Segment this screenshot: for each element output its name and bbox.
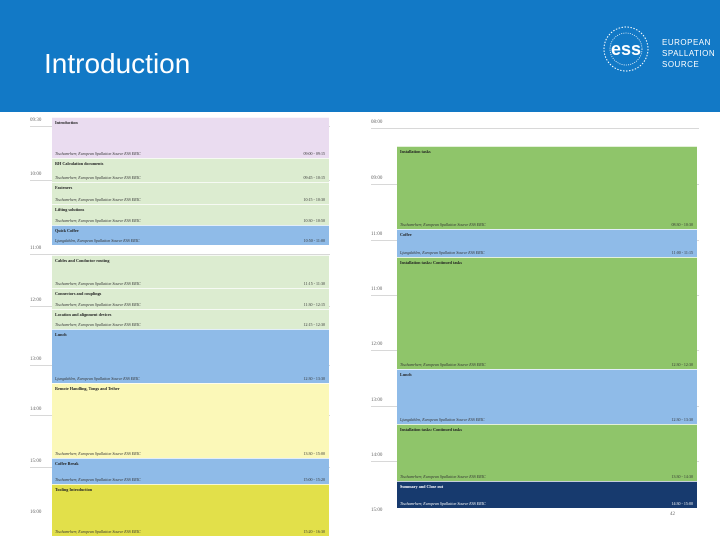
session-time: 15:00 - 15:20 [303, 477, 325, 482]
session-time: 13:30 - 15:00 [303, 451, 325, 456]
schedule-block[interactable]: Remote Handling, Tongs and Tether Tischa… [52, 383, 329, 458]
schedule-block[interactable]: Installation tasks: Continued tasks Tisc… [397, 424, 697, 481]
right-time-label: 13:00 [371, 398, 383, 403]
session-title: Installation tasks: Continued tasks [400, 427, 463, 432]
left-time-label: 10:00 [30, 172, 42, 177]
left-time-label: 13:00 [30, 357, 42, 362]
session-time: 09:45 - 10:15 [303, 175, 325, 180]
left-time-label: 11:00 [30, 246, 42, 251]
session-title: Tooling Introduction [55, 487, 93, 492]
logo-line: SPALLATION [662, 49, 716, 58]
session-speaker: Tischamrherr, European Spallation Source… [400, 362, 486, 367]
ess-logo-mark: ess [611, 39, 641, 59]
right-time-label: 14:00 [371, 453, 383, 458]
session-speaker: Tischamrherr, European Spallation Source… [400, 474, 486, 479]
session-time: 10:15 - 10:30 [303, 197, 325, 202]
session-title: Introduction [55, 120, 78, 125]
session-time: 11:15 - 11:30 [303, 281, 325, 286]
logo-line: EUROPEAN [662, 38, 711, 47]
session-time: 12:30 - 13:30 [303, 376, 325, 381]
session-time: 09:00 - 09:15 [303, 151, 325, 156]
session-time: 15:20 - 16:30 [303, 529, 325, 534]
session-title: Connectors and couplings [55, 291, 102, 296]
session-title: Installation tasks [400, 149, 431, 154]
right-time-label: 11:00 [371, 287, 383, 292]
session-time: 11:00 - 11:15 [671, 250, 693, 255]
session-time: 14:30 - 15:00 [671, 501, 693, 506]
slide-title: Introduction [44, 48, 191, 79]
session-title: Installation tasks: Continued tasks [400, 260, 463, 265]
schedule-block[interactable]: Lunch Ljungdahlen, European Spallation S… [52, 329, 329, 383]
session-time: 11:30 - 12:15 [303, 302, 325, 307]
session-title: Location and alignment devices [55, 312, 112, 317]
session-speaker: Tischamrherr, European Spallation Source… [55, 477, 141, 482]
schedule-block[interactable]: Lunch Ljungdahlen, European Spallation S… [397, 369, 697, 424]
session-time: 12:30 - 12:30 [671, 362, 693, 367]
left-time-label: 14:00 [30, 407, 42, 412]
session-title: Fasteners [55, 185, 73, 190]
schedule-block[interactable]: Lifting solutions Tischamrherr, European… [52, 204, 329, 225]
schedule-block[interactable]: Introduction Tischamrherr, European Spal… [52, 117, 329, 158]
schedule-block[interactable]: Quick Coffee Ljungdahlen, European Spall… [52, 225, 329, 245]
left-time-label: 15:00 [30, 459, 42, 464]
session-speaker: Tischamrherr, European Spallation Source… [55, 197, 141, 202]
right-time-label: 11:00 [371, 232, 383, 237]
session-title: RH Calculation documents [55, 161, 104, 166]
logo-wordmark: EUROPEAN SPALLATION SOURCE [662, 37, 715, 70]
session-speaker: Tischamrherr, European Spallation Source… [400, 501, 486, 506]
left-time-label: 09:30 [30, 118, 42, 123]
session-speaker: Ljungdahlen, European Spallation Source … [55, 238, 140, 243]
session-speaker: Tischamrherr, European Spallation Source… [400, 222, 486, 227]
session-title: Coffee Break [55, 461, 79, 466]
session-speaker: Tischamrherr, European Spallation Source… [55, 281, 141, 286]
schedule-block[interactable]: Tooling Introduction Tischamrherr, Europ… [52, 484, 329, 536]
right-time-label: 12:00 [371, 342, 383, 347]
logo-line: SOURCE [662, 60, 700, 69]
session-time: 12:15 - 12:30 [303, 322, 325, 327]
right-time-label: 09:00 [371, 176, 383, 181]
schedule-block[interactable]: Cables and Conductor routing Tischamrher… [52, 255, 329, 288]
schedule-block[interactable]: Summary and Close out Tischamrherr, Euro… [397, 481, 697, 508]
ess-logo-icon: ess [603, 26, 649, 72]
session-speaker: Tischamrherr, European Spallation Source… [55, 175, 141, 180]
left-time-label: 12:00 [30, 298, 42, 303]
schedule-block[interactable]: Connectors and couplings Tischamrherr, E… [52, 288, 329, 309]
left-time-label: 16:00 [30, 510, 42, 515]
slide-header: Introduction ess EUROPEAN SPALLATION SOU… [0, 0, 720, 112]
schedule-block[interactable]: RH Calculation documents Tischamrherr, E… [52, 158, 329, 182]
session-title: Quick Coffee [55, 228, 79, 233]
session-speaker: Ljungdahlen, European Spallation Source … [55, 376, 140, 381]
session-title: Summary and Close out [400, 484, 444, 489]
schedule-block[interactable]: Coffee Break Tischamrherr, European Spal… [52, 458, 329, 484]
session-speaker: Tischamrherr, European Spallation Source… [55, 529, 141, 534]
page-number: 42 [670, 512, 675, 517]
session-title: Cables and Conductor routing [55, 258, 110, 263]
session-speaker: Ljungdahlen, European Spallation Source … [400, 250, 485, 255]
session-time: 10:50 - 11:00 [303, 238, 325, 243]
schedule-block[interactable]: Fasteners Tischamrherr, European Spallat… [52, 182, 329, 204]
session-title: Lifting solutions [55, 207, 85, 212]
schedule-block[interactable]: Location and alignment devices Tischamrh… [52, 309, 329, 329]
session-speaker: Tischamrherr, European Spallation Source… [55, 451, 141, 456]
session-speaker: Ljungdahlen, European Spallation Source … [400, 417, 485, 422]
session-title: Remote Handling, Tongs and Tether [55, 386, 120, 391]
schedule-block[interactable]: Installation tasks: Continued tasks Tisc… [397, 257, 697, 369]
schedule-block[interactable]: Installation tasks Tischamrherr, Europea… [397, 146, 697, 229]
session-time: 12:30 - 13:30 [671, 417, 693, 422]
session-title: Lunch [55, 332, 67, 337]
session-speaker: Tischamrherr, European Spallation Source… [55, 302, 141, 307]
session-title: Coffee [400, 232, 412, 237]
right-time-label: 15:00 [371, 508, 383, 513]
session-speaker: Tischamrherr, European Spallation Source… [55, 151, 141, 156]
right-time-label: 08:00 [371, 120, 383, 125]
session-time: 10:30 - 10:50 [303, 218, 325, 223]
schedule-block[interactable]: Coffee Ljungdahlen, European Spallation … [397, 229, 697, 257]
hour-gridline [371, 128, 699, 129]
session-time: 13:30 - 14:30 [671, 474, 693, 479]
session-time: 08:30 - 10:30 [671, 222, 693, 227]
session-title: Lunch [400, 372, 412, 377]
session-speaker: Tischamrherr, European Spallation Source… [55, 218, 141, 223]
session-speaker: Tischamrherr, European Spallation Source… [55, 322, 141, 327]
